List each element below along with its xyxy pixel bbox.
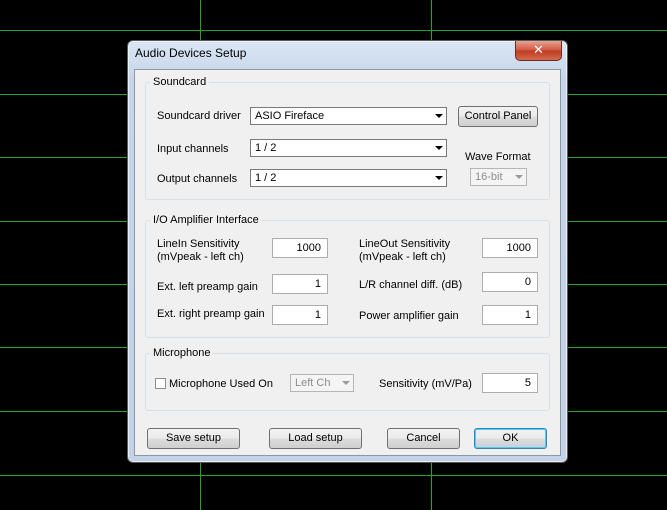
output-channels-value: 1 / 2: [255, 172, 277, 184]
lr-channel-diff-label: L/R channel diff. (dB): [359, 279, 463, 291]
chevron-down-icon: [435, 114, 443, 118]
microphone-sensitivity-input[interactable]: 5: [482, 373, 538, 393]
close-button[interactable]: ✕: [515, 41, 562, 61]
cancel-button[interactable]: Cancel: [387, 428, 460, 449]
left-preamp-gain-label: Ext. left preamp gain: [157, 281, 258, 293]
ok-button[interactable]: OK: [474, 428, 547, 449]
grid-line: [0, 475, 667, 476]
close-icon: ✕: [533, 42, 544, 57]
soundcard-legend: Soundcard: [153, 76, 207, 88]
microphone-used-on-label: Microphone Used On: [169, 378, 273, 390]
control-panel-button[interactable]: Control Panel: [458, 106, 538, 127]
left-preamp-gain-input[interactable]: 1: [272, 274, 328, 294]
soundcard-driver-label: Soundcard driver: [157, 110, 241, 122]
microphone-legend: Microphone: [153, 347, 211, 359]
microphone-channel-value: Left Ch: [295, 377, 331, 389]
soundcard-driver-select[interactable]: ASIO Fireface: [250, 107, 447, 125]
microphone-sensitivity-label: Sensitivity (mV/Pa): [379, 378, 472, 390]
lineout-sensitivity-unit: (mVpeak - left ch): [359, 251, 446, 263]
wave-format-value: 16-bit: [475, 171, 503, 183]
power-amp-gain-input[interactable]: 1: [482, 305, 538, 325]
lineout-sensitivity-input[interactable]: 1000: [482, 238, 538, 258]
grid-line: [0, 30, 667, 31]
lr-channel-diff-input[interactable]: 0: [482, 272, 538, 292]
right-preamp-gain-label: Ext. right preamp gain: [157, 308, 265, 320]
power-amp-gain-label: Power amplifier gain: [359, 310, 459, 322]
dialog-client-area: Soundcard Soundcard driver ASIO Fireface…: [134, 69, 561, 456]
load-setup-button[interactable]: Load setup: [269, 428, 362, 449]
lineout-sensitivity-label: LineOut Sensitivity: [359, 238, 451, 250]
linein-sensitivity-label: LineIn Sensitivity: [157, 238, 240, 250]
linein-sensitivity-input[interactable]: 1000: [272, 238, 328, 258]
chevron-down-icon: [435, 176, 443, 180]
wave-format-select[interactable]: 16-bit: [470, 168, 527, 186]
right-preamp-gain-input[interactable]: 1: [272, 305, 328, 325]
audio-devices-setup-dialog: Audio Devices Setup ✕ Soundcard Soundcar…: [127, 40, 568, 463]
output-channels-label: Output channels: [157, 173, 238, 185]
wave-format-label: Wave Format: [465, 151, 531, 163]
linein-sensitivity-unit: (mVpeak - left ch): [157, 251, 244, 263]
microphone-used-on-checkbox[interactable]: [155, 378, 166, 389]
dialog-title: Audio Devices Setup: [135, 46, 247, 60]
chevron-down-icon: [435, 146, 443, 150]
save-setup-button[interactable]: Save setup: [147, 428, 240, 449]
input-channels-value: 1 / 2: [255, 142, 277, 154]
chevron-down-icon: [515, 175, 523, 179]
io-amplifier-legend: I/O Amplifier Interface: [153, 214, 259, 226]
input-channels-label: Input channels: [157, 143, 229, 155]
output-channels-select[interactable]: 1 / 2: [250, 169, 447, 187]
input-channels-select[interactable]: 1 / 2: [250, 139, 447, 157]
chevron-down-icon: [342, 381, 350, 385]
microphone-channel-select[interactable]: Left Ch: [290, 374, 354, 392]
soundcard-driver-value: ASIO Fireface: [255, 110, 325, 122]
